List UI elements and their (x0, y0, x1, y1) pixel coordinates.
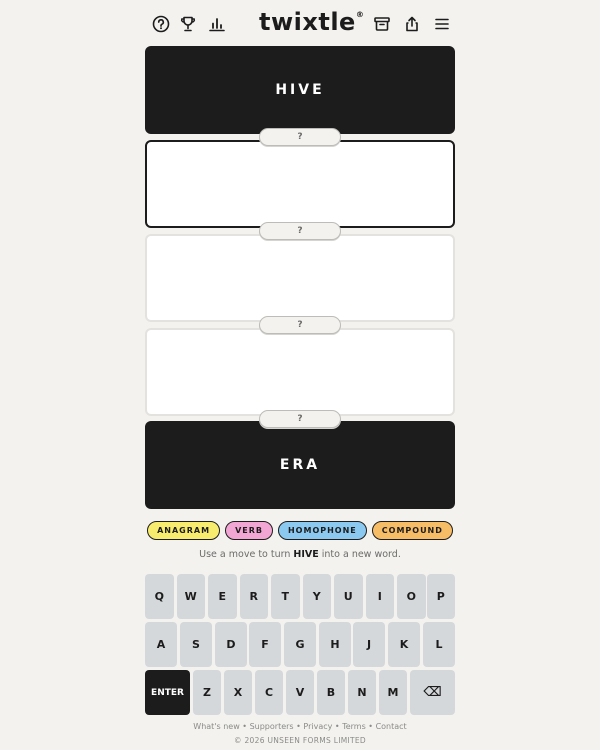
move-types: ANAGRAM VERB HOMOPHONE COMPOUND (0, 521, 600, 540)
key-z[interactable]: Z (193, 670, 221, 715)
logo-text: twixtle (259, 8, 356, 36)
registered-mark: ® (355, 10, 365, 19)
key-a[interactable]: A (145, 622, 177, 667)
backspace-key[interactable]: ⌫ (410, 670, 455, 715)
menu-icon[interactable] (430, 12, 454, 36)
key-l[interactable]: L (423, 622, 455, 667)
key-q[interactable]: Q (145, 574, 174, 619)
key-k[interactable]: K (388, 622, 420, 667)
key-e[interactable]: E (208, 574, 237, 619)
key-y[interactable]: Y (302, 574, 331, 619)
hint-text: Use a move to turn HIVE into a new word. (0, 549, 600, 560)
key-r[interactable]: R (239, 574, 268, 619)
header: twixtle® (145, 8, 455, 40)
end-word-card: ERA (145, 421, 455, 509)
link-whats-new[interactable]: What's new (193, 722, 239, 731)
link-contact[interactable]: Contact (376, 722, 407, 731)
footer-separator: • (365, 722, 376, 731)
move-badge-3[interactable]: ? (259, 316, 341, 334)
move-homophone[interactable]: HOMOPHONE (277, 521, 367, 540)
key-n[interactable]: N (348, 670, 376, 715)
key-i[interactable]: I (365, 574, 394, 619)
key-j[interactable]: J (353, 622, 385, 667)
footer-separator: • (293, 722, 304, 731)
key-g[interactable]: G (284, 622, 316, 667)
key-o[interactable]: O (397, 574, 426, 619)
key-m[interactable]: M (379, 670, 407, 715)
move-compound[interactable]: COMPOUND (371, 521, 453, 540)
word-slot-3[interactable] (145, 328, 455, 416)
move-verb[interactable]: VERB (225, 521, 273, 540)
link-terms[interactable]: Terms (342, 722, 366, 731)
move-badge-1[interactable]: ? (259, 128, 341, 146)
stats-icon[interactable] (205, 12, 229, 36)
logo: twixtle® (259, 8, 364, 36)
key-s[interactable]: S (180, 622, 212, 667)
key-t[interactable]: T (271, 574, 300, 619)
key-c[interactable]: C (255, 670, 283, 715)
footer-separator: • (239, 722, 250, 731)
move-badge-2[interactable]: ? (259, 222, 341, 240)
footer-links: What's new • Supporters • Privacy • Term… (0, 722, 600, 731)
key-v[interactable]: V (286, 670, 314, 715)
word-slot-1[interactable] (145, 140, 455, 228)
help-icon[interactable] (149, 12, 173, 36)
archive-icon[interactable] (370, 12, 394, 36)
end-word: ERA (279, 457, 321, 473)
hint-word: HIVE (293, 549, 319, 560)
move-anagram[interactable]: ANAGRAM (147, 521, 221, 540)
enter-key[interactable]: ENTER (145, 670, 190, 715)
word-slot-2[interactable] (145, 234, 455, 322)
key-h[interactable]: H (319, 622, 351, 667)
hint-suffix: into a new word. (318, 549, 401, 560)
copyright: © 2026 UNSEEN FORMS LIMITED (234, 736, 366, 745)
key-b[interactable]: B (317, 670, 345, 715)
key-d[interactable]: D (215, 622, 247, 667)
link-privacy[interactable]: Privacy (303, 722, 332, 731)
key-f[interactable]: F (249, 622, 281, 667)
hint-prefix: Use a move to turn (199, 549, 294, 560)
start-word: HIVE (275, 82, 325, 98)
trophy-icon[interactable] (176, 12, 200, 36)
footer-separator: • (332, 722, 343, 731)
start-word-card: HIVE (145, 46, 455, 134)
link-supporters[interactable]: Supporters (250, 722, 294, 731)
share-icon[interactable] (400, 12, 424, 36)
key-p[interactable]: P (426, 574, 455, 619)
move-badge-4[interactable]: ? (259, 410, 341, 428)
key-x[interactable]: X (224, 670, 252, 715)
key-w[interactable]: W (176, 574, 205, 619)
key-u[interactable]: U (334, 574, 363, 619)
